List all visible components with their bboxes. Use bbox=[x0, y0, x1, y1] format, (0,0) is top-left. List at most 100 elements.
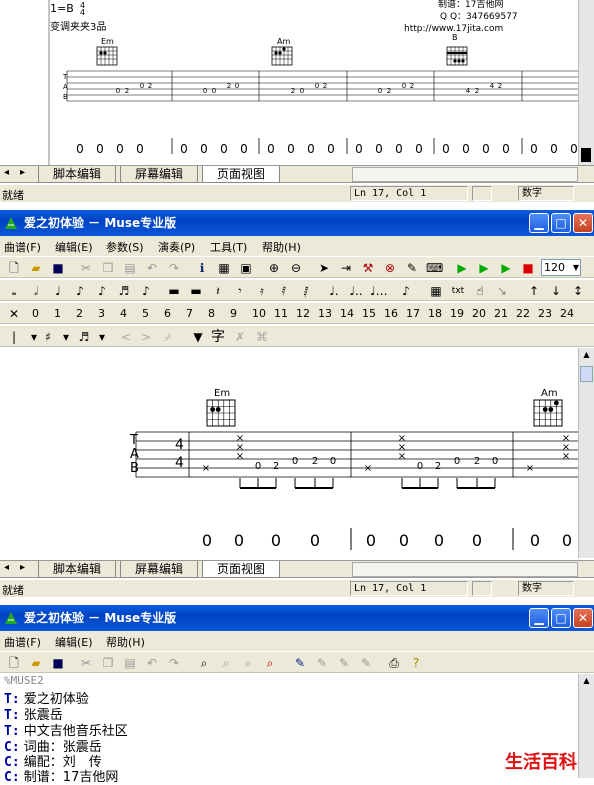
score-vertical-scrollbar[interactable]: ▲ bbox=[578, 348, 594, 558]
minimize-button[interactable]: ▁ bbox=[529, 213, 549, 233]
stem-up-icon[interactable]: ↑ bbox=[526, 283, 542, 299]
fret-number-button[interactable]: 3 bbox=[98, 307, 105, 320]
fermata-icon[interactable]: ▼ bbox=[190, 329, 206, 345]
zoom-out-icon[interactable]: ⊖ bbox=[288, 260, 304, 276]
tab-scroll-left-icon[interactable]: ◂ bbox=[4, 562, 9, 573]
quarter-rest-icon[interactable]: 𝄽 bbox=[210, 283, 226, 299]
score-view[interactable]: Em Am T A B 4 4 0 2 0 2 0 0 2 0 2 0 0 0 0 0 0 0 0 0 0 0 × ×… bbox=[0, 348, 578, 558]
stop-icon[interactable]: ■ bbox=[520, 260, 536, 276]
fret-number-button[interactable]: 21 bbox=[494, 307, 508, 320]
sixtyfourth-rest-icon[interactable]: 𝅁 bbox=[298, 283, 314, 299]
play-selection-icon[interactable]: ▶ bbox=[498, 260, 514, 276]
top-vertical-scrollbar[interactable] bbox=[578, 0, 594, 165]
menu-tools[interactable]: 工具(T) bbox=[210, 239, 247, 255]
maximize-button[interactable]: □ bbox=[551, 213, 571, 233]
scroll-thumb[interactable] bbox=[581, 148, 591, 162]
bookmark-icon[interactable]: ✎ bbox=[292, 655, 308, 671]
menu-score[interactable]: 曲谱(F) bbox=[4, 239, 41, 255]
maximize-button[interactable]: □ bbox=[551, 608, 571, 628]
mute-x-icon[interactable]: ✕ bbox=[6, 306, 22, 322]
dotted-note-icon[interactable]: ♩. bbox=[326, 283, 342, 299]
horizontal-scrollbar[interactable] bbox=[352, 167, 578, 182]
whole-note-icon[interactable]: 𝅝 bbox=[6, 283, 22, 299]
undo-icon[interactable]: ↶ bbox=[144, 260, 160, 276]
help-icon[interactable]: ? bbox=[408, 655, 424, 671]
fret-number-button[interactable]: 6 bbox=[164, 307, 171, 320]
dropdown-arrow-icon[interactable]: ▾ bbox=[58, 329, 74, 345]
close-button[interactable]: ✕ bbox=[573, 213, 593, 233]
paste-icon[interactable]: ▤ bbox=[122, 655, 138, 671]
tab-script-edit[interactable]: 脚本编辑 bbox=[38, 561, 117, 578]
script-editor[interactable]: %MUSE2 T: 爱之初体验 T: 张震岳 T: 中文吉他音乐社区 C: 词曲… bbox=[0, 674, 578, 785]
copy-icon[interactable]: ❐ bbox=[100, 260, 116, 276]
sixteenth-rest-icon[interactable]: 𝄿 bbox=[254, 283, 270, 299]
sixteenth-note-icon[interactable]: ♪ bbox=[94, 283, 110, 299]
page-setup-icon[interactable]: ▣ bbox=[238, 260, 254, 276]
triple-dotted-note-icon[interactable]: ♩… bbox=[370, 283, 388, 299]
properties-icon[interactable]: ▦ bbox=[216, 260, 232, 276]
slash-icon[interactable]: ⌿ bbox=[160, 329, 176, 345]
thirtysecond-rest-icon[interactable]: 𝅀 bbox=[276, 283, 292, 299]
fret-number-button[interactable]: 11 bbox=[274, 307, 288, 320]
open-folder-icon[interactable]: ▰ bbox=[28, 260, 44, 276]
tab-page-view[interactable]: 页面视图 bbox=[202, 561, 281, 578]
window-titlebar[interactable]: 爱之初体验 － Muse专业版 ▁ □ ✕ bbox=[0, 605, 594, 631]
text-icon[interactable]: txt bbox=[450, 283, 466, 299]
grace-note-icon[interactable]: ♪ bbox=[398, 283, 414, 299]
zoom-in-icon[interactable]: ⊕ bbox=[266, 260, 282, 276]
fret-number-button[interactable]: 4 bbox=[120, 307, 127, 320]
half-note-icon[interactable]: 𝅗𝅥 bbox=[28, 283, 44, 299]
menu-play[interactable]: 演奏(P) bbox=[158, 239, 195, 255]
fret-number-button[interactable]: 5 bbox=[142, 307, 149, 320]
replace-icon[interactable]: ⌕ bbox=[262, 655, 278, 671]
paste-icon[interactable]: ▤ bbox=[122, 260, 138, 276]
cut-icon[interactable]: ✂ bbox=[78, 260, 94, 276]
decrescendo-icon[interactable]: > bbox=[138, 329, 154, 345]
frame-tool-icon[interactable]: ⌘ bbox=[254, 329, 270, 345]
slide-icon[interactable]: ↘ bbox=[494, 283, 510, 299]
stem-down-icon[interactable]: ↓ bbox=[548, 283, 564, 299]
sharp-icon[interactable]: ♯ bbox=[40, 329, 56, 345]
clear-bookmarks-icon[interactable]: ✎ bbox=[358, 655, 374, 671]
beam-icon[interactable]: ♬ bbox=[76, 329, 92, 345]
fret-number-button[interactable]: 10 bbox=[252, 307, 266, 320]
undo-icon[interactable]: ↶ bbox=[144, 655, 160, 671]
fret-number-button[interactable]: 14 bbox=[340, 307, 354, 320]
save-disk-icon[interactable]: ■ bbox=[50, 260, 66, 276]
menu-score[interactable]: 曲谱(F) bbox=[4, 634, 41, 650]
fret-number-button[interactable]: 7 bbox=[186, 307, 193, 320]
fret-number-button[interactable]: 9 bbox=[230, 307, 237, 320]
play-icon[interactable]: ▶ bbox=[454, 260, 470, 276]
menu-help[interactable]: 帮助(H) bbox=[262, 239, 301, 255]
cut-icon[interactable]: ✂ bbox=[78, 655, 94, 671]
dropdown-arrow-icon[interactable]: ▼ bbox=[573, 260, 579, 275]
tab-scroll-right-icon[interactable]: ▸ bbox=[20, 167, 25, 178]
insert-tool-icon[interactable]: ⇥ bbox=[338, 260, 354, 276]
eighth-rest-icon[interactable]: 𝄾 bbox=[232, 283, 248, 299]
fret-number-button[interactable]: 17 bbox=[406, 307, 420, 320]
chord-tool-icon[interactable]: ✗ bbox=[232, 329, 248, 345]
fret-number-button[interactable]: 24 bbox=[560, 307, 574, 320]
menu-help[interactable]: 帮助(H) bbox=[106, 634, 145, 650]
menu-edit[interactable]: 编辑(E) bbox=[55, 239, 93, 255]
play-from-cursor-icon[interactable]: ▶ bbox=[476, 260, 492, 276]
prev-bookmark-icon[interactable]: ✎ bbox=[336, 655, 352, 671]
print-icon[interactable]: ⎙ bbox=[386, 655, 402, 671]
next-bookmark-icon[interactable]: ✎ bbox=[314, 655, 330, 671]
dropdown-arrow-icon[interactable]: ▾ bbox=[94, 329, 110, 345]
redo-icon[interactable]: ↷ bbox=[166, 655, 182, 671]
tab-screen-edit[interactable]: 屏幕编辑 bbox=[120, 166, 199, 183]
scroll-thumb[interactable] bbox=[580, 366, 593, 382]
minimize-button[interactable]: ▁ bbox=[529, 608, 549, 628]
fret-number-button[interactable]: 16 bbox=[384, 307, 398, 320]
fret-number-button[interactable]: 15 bbox=[362, 307, 376, 320]
fret-number-button[interactable]: 20 bbox=[472, 307, 486, 320]
new-file-icon[interactable]: 🗋 bbox=[6, 655, 22, 671]
scroll-up-icon[interactable]: ▲ bbox=[580, 350, 593, 364]
fret-number-button[interactable]: 23 bbox=[538, 307, 552, 320]
tab-page-view[interactable]: 页面视图 bbox=[202, 166, 281, 183]
menu-params[interactable]: 参数(S) bbox=[106, 239, 144, 255]
fret-number-button[interactable]: 12 bbox=[296, 307, 310, 320]
info-icon[interactable]: ℹ bbox=[194, 260, 210, 276]
double-dotted-note-icon[interactable]: ♩.. bbox=[348, 283, 364, 299]
